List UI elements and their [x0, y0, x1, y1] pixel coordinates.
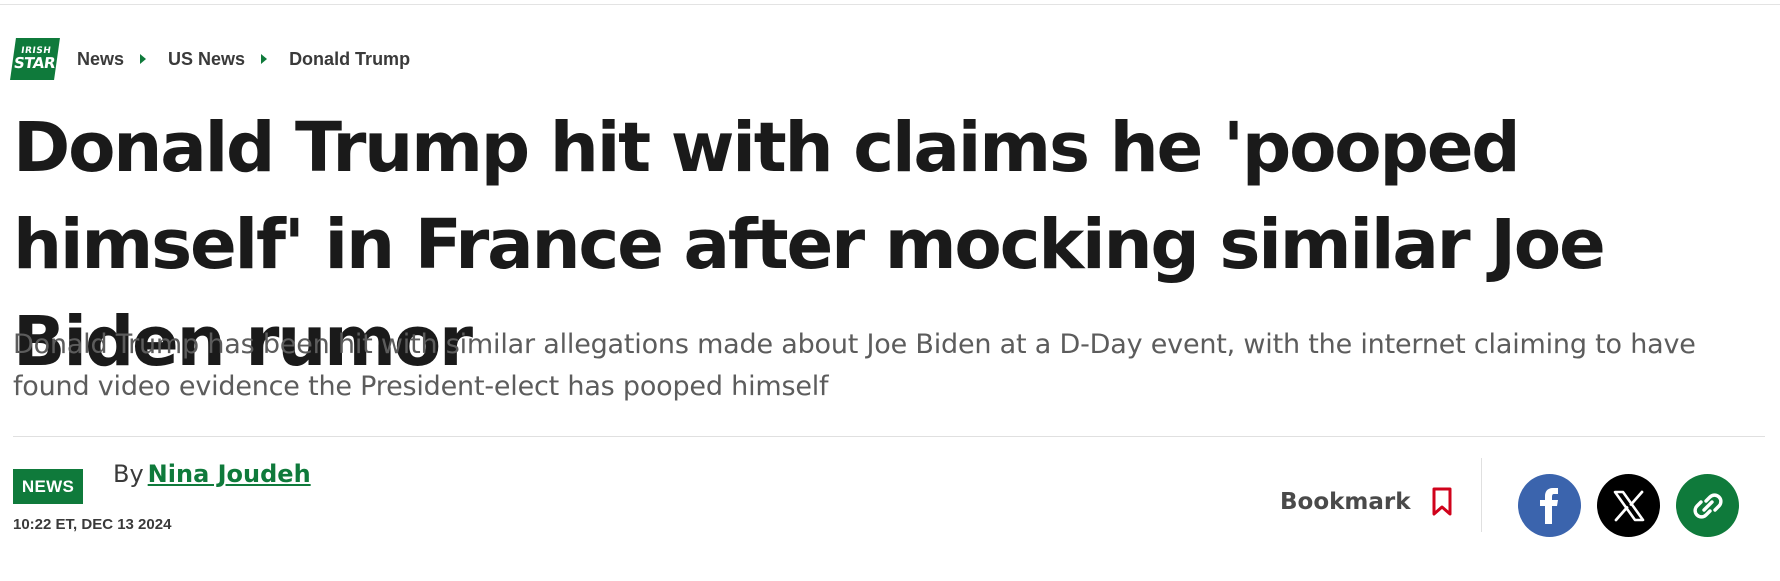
facebook-icon	[1539, 487, 1558, 524]
article-standfirst: Donald Trump has been hit with similar a…	[13, 329, 1696, 402]
category-badge[interactable]: NEWS	[13, 469, 83, 504]
breadcrumb-news[interactable]: News	[77, 49, 124, 70]
x-icon	[1613, 490, 1644, 521]
byline-prefix: By	[113, 460, 144, 488]
copy-link-button[interactable]	[1676, 474, 1739, 537]
share-divider	[1481, 458, 1482, 532]
link-icon	[1692, 492, 1723, 519]
breadcrumb-us-news[interactable]: US News	[168, 49, 245, 70]
breadcrumb-donald-trump[interactable]: Donald Trump	[289, 49, 410, 70]
byline-top-divider	[13, 436, 1765, 437]
share-x-button[interactable]	[1597, 474, 1660, 537]
author-link[interactable]: Nina Joudeh	[148, 460, 311, 488]
byline: By Nina Joudeh	[113, 460, 311, 488]
share-facebook-button[interactable]	[1518, 474, 1581, 537]
chevron-right-icon	[261, 54, 268, 64]
publish-timestamp: 10:22 ET, DEC 13 2024	[13, 516, 172, 533]
bookmark-icon	[1432, 487, 1452, 516]
logo-line-2: STAR	[12, 54, 57, 72]
breadcrumb: IRISH STAR News US News Donald Trump	[10, 38, 410, 80]
bookmark-label: Bookmark	[1280, 489, 1411, 515]
irish-star-logo[interactable]: IRISH STAR	[10, 38, 60, 80]
top-divider	[0, 4, 1780, 5]
chevron-right-icon	[140, 54, 147, 64]
bookmark-button[interactable]: Bookmark	[1280, 487, 1453, 517]
